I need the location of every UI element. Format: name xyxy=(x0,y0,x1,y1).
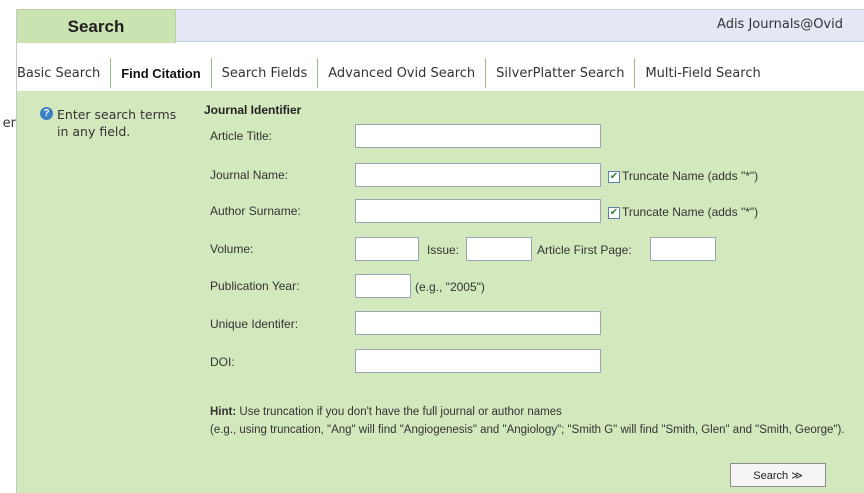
publication-year-label: Publication Year: xyxy=(210,279,300,293)
citation-content: ? Enter search terms in any field. Journ… xyxy=(17,91,864,493)
volume-label: Volume: xyxy=(210,242,254,256)
journal-truncate-checkbox[interactable]: ✔ xyxy=(608,171,620,183)
hint-prefix: Hint: xyxy=(210,406,237,418)
hint-line1: Use truncation if you don't have the ful… xyxy=(239,406,562,418)
journal-truncate-label: Truncate Name (adds "*") xyxy=(622,169,759,183)
doi-label: DOI: xyxy=(210,355,235,369)
issue-label: Issue: xyxy=(427,243,460,257)
first-page-label: Article First Page: xyxy=(537,243,632,257)
tab-search-fields[interactable]: Search Fields xyxy=(212,58,319,88)
unique-identifier-label: Unique Identifer: xyxy=(210,317,299,331)
journal-name-input[interactable] xyxy=(355,163,601,187)
search-button[interactable]: Search ≫ xyxy=(730,463,826,487)
citation-form: Journal Identifier Article Title: Journa… xyxy=(204,103,864,487)
author-surname-label: Author Surname: xyxy=(210,204,301,218)
article-title-input[interactable] xyxy=(355,124,601,148)
clipped-text: er xyxy=(2,116,16,131)
author-truncate-label: Truncate Name (adds "*") xyxy=(622,205,759,219)
author-surname-input[interactable] xyxy=(355,199,601,223)
tab-multi-field-search[interactable]: Multi-Field Search xyxy=(635,58,770,88)
volume-input[interactable] xyxy=(355,237,419,261)
tab-basic-search[interactable]: Basic Search xyxy=(17,58,112,88)
question-icon[interactable]: ? xyxy=(40,107,53,120)
tab-find-citation[interactable]: Find Citation xyxy=(111,58,212,88)
author-truncate-checkbox[interactable]: ✔ xyxy=(608,207,620,219)
issue-input[interactable] xyxy=(466,237,532,261)
unique-identifier-input[interactable] xyxy=(355,311,601,335)
help-text: Enter search terms in any field. xyxy=(57,107,177,139)
header-bar: Search Adis Journals@Ovid xyxy=(17,9,864,43)
tab-silverplatter-search[interactable]: SilverPlatter Search xyxy=(486,58,636,88)
database-label: Adis Journals@Ovid xyxy=(717,17,843,32)
hint-line2: (e.g., using truncation, "Ang" will find… xyxy=(210,424,845,436)
article-title-label: Article Title: xyxy=(210,129,273,143)
help-note: ? Enter search terms in any field. xyxy=(40,106,190,140)
journal-name-label: Journal Name: xyxy=(210,168,289,182)
search-tab[interactable]: Search xyxy=(17,9,176,43)
publication-year-input[interactable] xyxy=(355,274,411,298)
publication-year-example: (e.g., "2005") xyxy=(415,280,485,294)
doi-input[interactable] xyxy=(355,349,601,373)
first-page-input[interactable] xyxy=(650,237,716,261)
hint-text: Hint: Use truncation if you don't have t… xyxy=(210,403,860,439)
search-mode-nav: Basic Search Find Citation Search Fields… xyxy=(17,57,864,89)
section-title: Journal Identifier xyxy=(204,103,302,117)
search-panel: Search Adis Journals@Ovid Basic Search F… xyxy=(16,9,864,493)
tab-advanced-ovid-search[interactable]: Advanced Ovid Search xyxy=(318,58,487,88)
